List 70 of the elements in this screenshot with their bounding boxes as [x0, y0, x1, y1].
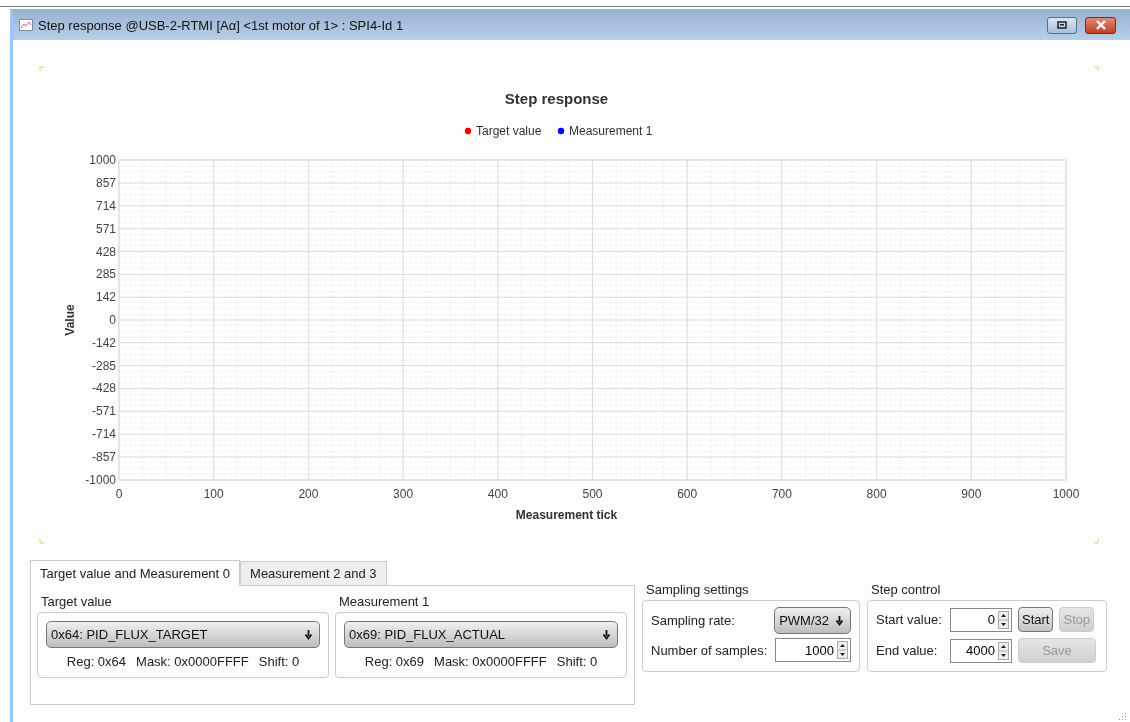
- y-tick-label: 428: [95, 244, 116, 259]
- resize-grip-icon[interactable]: [1119, 712, 1127, 720]
- x-tick-label: 500: [582, 487, 603, 501]
- field-input[interactable]: 4000: [951, 643, 998, 658]
- chart-title: Step response: [504, 90, 609, 107]
- end-value-field[interactable]: 4000: [950, 638, 1012, 663]
- tab[interactable]: Target value and Measurement 0: [30, 560, 241, 586]
- x-tick-label: 900: [961, 487, 982, 501]
- y-tick-label: 714: [95, 198, 116, 213]
- arrow-down-icon: [304, 629, 313, 640]
- shift-info: Shift: 0: [258, 654, 300, 669]
- close-icon: [1094, 20, 1107, 30]
- y-tick-label: 1000: [89, 153, 116, 167]
- register-info: Reg: 0x69: [364, 654, 425, 669]
- field-label: Start value:: [876, 612, 943, 627]
- x-tick-label: 1000: [1052, 487, 1080, 501]
- x-tick-label: 600: [677, 487, 698, 501]
- y-tick-label: 571: [95, 221, 116, 236]
- window-title: Step response @USB-2-RTMI [Aα] <1st motor of 1> : SPI4-Id 1: [38, 17, 405, 33]
- field-label: Number of samples:: [651, 642, 768, 658]
- field-input[interactable]: 0: [951, 612, 998, 627]
- mask-info: Mask: 0x0000FFFF: [136, 654, 249, 669]
- group-title: Target value: [40, 593, 113, 611]
- mask-info: Mask: 0x0000FFFF: [434, 654, 547, 669]
- x-tick-label: 800: [866, 487, 887, 501]
- y-tick-label: -142: [91, 335, 116, 350]
- start-value-field[interactable]: 0: [950, 607, 1012, 632]
- arrow-down-icon: [602, 629, 611, 640]
- x-axis-title: Measurement tick: [515, 508, 618, 522]
- chart-icon: [19, 19, 33, 31]
- x-tick-label: 700: [771, 487, 792, 501]
- y-tick-label: -857: [91, 450, 116, 465]
- x-tick-label: 300: [393, 487, 414, 501]
- group-title: Measurement 1: [338, 593, 431, 611]
- register-info: Reg: 0x64: [66, 654, 127, 669]
- y-axis-title: Value: [63, 304, 77, 336]
- y-tick-label: 857: [95, 175, 116, 190]
- field-input[interactable]: 1000: [776, 642, 837, 658]
- group-title: Sampling settings: [645, 581, 750, 599]
- spinner-icon[interactable]: [998, 641, 1009, 660]
- register-dropdown[interactable]: 0x69: PID_FLUX_ACTUAL: [344, 621, 618, 648]
- y-tick-label: -428: [91, 381, 116, 396]
- sampling-rate-dropdown[interactable]: PWM/32: [774, 607, 851, 634]
- action-button[interactable]: Start: [1018, 607, 1054, 632]
- y-tick-label: 285: [95, 267, 116, 282]
- x-tick-label: 200: [298, 487, 319, 501]
- tab[interactable]: Measurement 2 and 3: [240, 561, 387, 585]
- restore-button[interactable]: [1047, 16, 1077, 34]
- y-tick-label: 142: [95, 290, 116, 305]
- register-dropdown[interactable]: 0x64: PID_FLUX_TARGET: [46, 621, 320, 648]
- spinner-icon[interactable]: [837, 641, 848, 659]
- samples-field[interactable]: 1000: [775, 638, 851, 662]
- y-tick-label: 0: [109, 313, 116, 327]
- y-tick-label: -285: [91, 358, 116, 373]
- legend-label[interactable]: Measurement 1: [569, 124, 653, 138]
- y-tick-label: -714: [91, 427, 116, 442]
- x-tick-label: 100: [203, 487, 224, 501]
- spinner-icon[interactable]: [998, 610, 1009, 629]
- close-button[interactable]: [1085, 16, 1116, 34]
- x-tick-label: 400: [487, 487, 508, 501]
- y-tick-label: -571: [91, 404, 116, 419]
- group-title: Step control: [870, 581, 942, 599]
- field-label: End value:: [876, 643, 939, 658]
- field-label: Sampling rate:: [651, 613, 735, 628]
- restore-icon: [1057, 21, 1067, 29]
- y-tick-label: -1000: [85, 473, 116, 487]
- arrow-down-icon: [835, 615, 844, 626]
- legend-label[interactable]: Target value: [476, 124, 542, 138]
- x-tick-label: 0: [115, 487, 123, 501]
- shift-info: Shift: 0: [556, 654, 598, 669]
